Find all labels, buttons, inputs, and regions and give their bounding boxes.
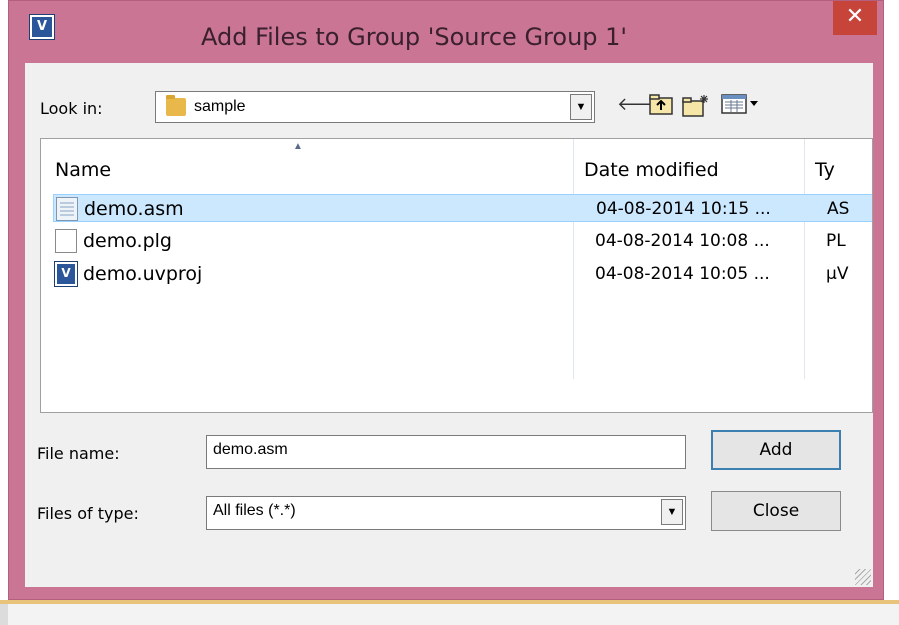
file-row-demo-asm[interactable]: demo.asm 04-08-2014 10:15 ... AS <box>53 194 872 222</box>
file-date: 04-08-2014 10:08 ... <box>595 231 770 251</box>
file-name: demo.plg <box>83 230 172 252</box>
column-separator <box>573 139 574 379</box>
uvproj-file-icon: V <box>54 261 78 287</box>
taskbar-strip <box>0 600 899 625</box>
files-of-type-value: All files (*.*) <box>213 502 296 519</box>
asm-file-icon <box>56 197 78 221</box>
close-window-button[interactable]: ✕ <box>833 1 877 35</box>
file-date: 04-08-2014 10:05 ... <box>595 264 770 284</box>
close-button[interactable]: Close <box>711 491 841 531</box>
file-type: µV <box>826 264 849 284</box>
column-header-type[interactable]: Ty <box>815 159 835 181</box>
file-type: AS <box>827 199 850 219</box>
file-list[interactable]: ▲ Name Date modified Ty demo.asm 04-08-2… <box>40 138 873 413</box>
dropdown-arrow-icon[interactable]: ▼ <box>661 499 683 525</box>
sort-arrow-icon: ▲ <box>293 141 303 152</box>
files-of-type-dropdown[interactable]: All files (*.*) ▼ <box>206 496 686 530</box>
look-in-value: sample <box>194 98 246 115</box>
view-menu-icon[interactable] <box>719 93 763 117</box>
column-header-name[interactable]: Name <box>55 159 111 181</box>
file-name-label: File name: <box>37 444 120 463</box>
strip-edge <box>0 604 8 625</box>
file-date: 04-08-2014 10:15 ... <box>596 199 771 219</box>
dialog-client-area: Look in: sample ▼ 🡐 ▲ Name Date modified… <box>25 63 873 587</box>
file-name-input[interactable]: demo.asm <box>206 435 686 469</box>
dropdown-arrow-icon[interactable]: ▼ <box>570 94 592 120</box>
folder-icon <box>166 95 186 116</box>
file-type: PL <box>826 231 846 251</box>
add-button[interactable]: Add <box>711 430 841 470</box>
file-name: demo.asm <box>84 198 184 220</box>
column-header-date[interactable]: Date modified <box>584 159 719 181</box>
column-separator <box>804 139 805 379</box>
file-row-demo-uvproj[interactable]: V demo.uvproj 04-08-2014 10:05 ... µV <box>53 260 872 288</box>
add-files-dialog: V Add Files to Group 'Source Group 1' ✕ … <box>8 0 884 600</box>
look-in-label: Look in: <box>40 99 103 118</box>
resize-grip[interactable] <box>855 569 871 585</box>
back-arrow-icon[interactable]: 🡐 <box>617 93 665 117</box>
files-of-type-label: Files of type: <box>37 504 139 523</box>
up-folder-icon[interactable] <box>647 93 675 117</box>
window-title: Add Files to Group 'Source Group 1' <box>200 23 628 51</box>
file-name: demo.uvproj <box>83 263 203 285</box>
accent-line <box>0 600 899 604</box>
look-in-dropdown[interactable]: sample ▼ <box>155 91 595 123</box>
title-bar[interactable]: V Add Files to Group 'Source Group 1' ✕ <box>9 1 883 63</box>
file-row-demo-plg[interactable]: demo.plg 04-08-2014 10:08 ... PL <box>53 227 872 255</box>
plg-file-icon <box>55 229 77 253</box>
new-folder-icon[interactable] <box>681 93 711 117</box>
